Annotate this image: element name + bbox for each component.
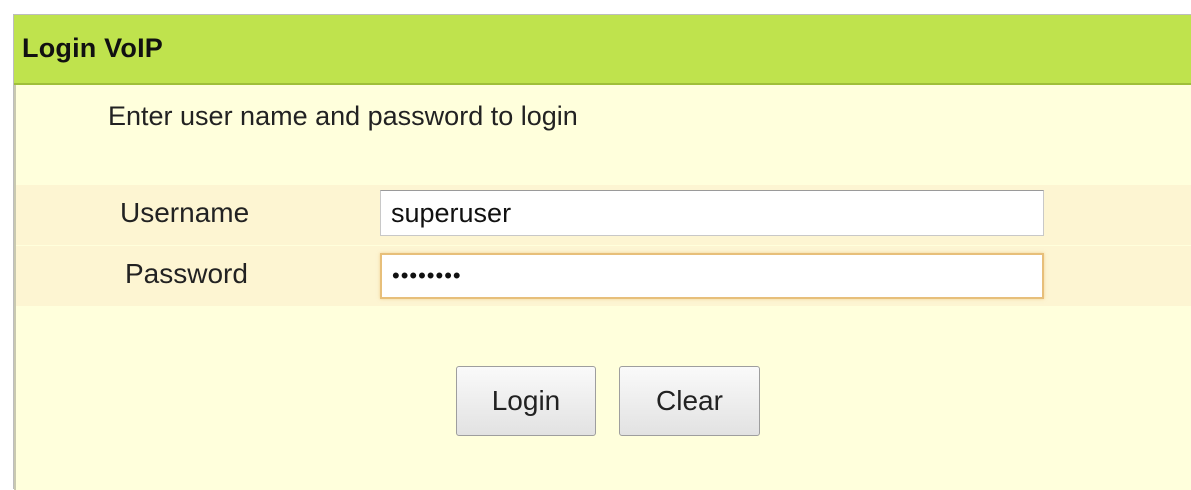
login-instruction: Enter user name and password to login <box>108 101 578 131</box>
login-panel: Login VoIP Enter user name and password … <box>13 14 1191 490</box>
clear-button[interactable]: Clear <box>619 366 760 436</box>
login-form: Enter user name and password to login Us… <box>14 85 1191 490</box>
username-label: Username <box>120 197 250 228</box>
password-field[interactable] <box>380 253 1044 299</box>
password-label: Password <box>125 258 248 289</box>
panel-title: Login VoIP <box>22 33 163 63</box>
username-field[interactable] <box>380 190 1044 236</box>
page-background: Login VoIP Enter user name and password … <box>0 0 1191 490</box>
panel-header: Login VoIP <box>14 15 1191 85</box>
password-row: Password <box>16 246 1191 306</box>
username-row: Username <box>16 185 1191 245</box>
login-button[interactable]: Login <box>456 366 596 436</box>
